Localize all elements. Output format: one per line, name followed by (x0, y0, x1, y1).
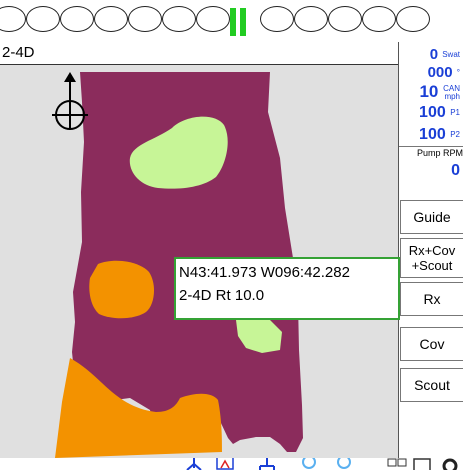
section-6-indicator (162, 6, 196, 32)
swath-unit: Swat (442, 50, 460, 60)
rx-button[interactable]: Rx (400, 282, 463, 316)
speed-unit: CAN mph (443, 83, 460, 101)
pump-rpm-label: Pump RPM (416, 148, 463, 158)
guide-button[interactable]: Guide (400, 200, 463, 234)
speed-value: 10 (419, 82, 439, 101)
swath-readout: 0 Swat (430, 46, 460, 63)
section-10-indicator (294, 6, 328, 32)
product-label: 2-4D (2, 44, 35, 61)
scout-button[interactable]: Scout (400, 368, 463, 402)
rx-cov-scout-button[interactable]: Rx+Cov +Scout (400, 238, 463, 278)
popup-coordinates: N43:41.973 W096:42.282 (179, 264, 350, 281)
zoom-in-icon[interactable] (300, 458, 318, 470)
network-icon[interactable] (257, 458, 277, 470)
p1-unit: P1 (450, 107, 460, 117)
section-13-indicator (396, 6, 430, 32)
speed-readout: 10 CAN mph (419, 82, 460, 102)
p2-value: 100 (419, 126, 446, 143)
heading-value: 000 (427, 64, 453, 81)
map-view-icon[interactable] (412, 458, 434, 470)
bottom-toolbar (0, 458, 463, 470)
p1-readout: 100 P1 (419, 104, 460, 122)
p2-readout: 100 P2 (419, 126, 460, 144)
heading-readout: 000 ° (428, 64, 460, 81)
active-section-bar-1 (230, 8, 236, 36)
boundary-icon[interactable] (215, 458, 235, 470)
popup-rate: 2-4D Rt 10.0 (179, 287, 265, 304)
orange-zone (89, 260, 155, 319)
settings-icon[interactable] (440, 458, 460, 470)
divider (399, 146, 463, 147)
section-3-indicator (60, 6, 94, 32)
section-12-indicator (362, 6, 396, 32)
section-indicator-bar (0, 0, 463, 40)
guidance-icon[interactable] (184, 458, 204, 470)
section-2-indicator (26, 6, 60, 32)
section-11-indicator (328, 6, 362, 32)
section-9-indicator (260, 6, 294, 32)
section-1-indicator (0, 6, 26, 32)
p2-unit: P2 (450, 129, 460, 139)
layers-icon[interactable] (386, 458, 410, 470)
p1-value: 100 (419, 104, 446, 121)
section-5-indicator (128, 6, 162, 32)
swath-value: 0 (429, 46, 439, 63)
point-info-popup: N43:41.973 W096:42.282 2-4D Rt 10.0 (174, 257, 400, 320)
active-section-bar-2 (240, 8, 246, 36)
rx-cov-label: Rx+Cov +Scout (408, 243, 456, 273)
pump-rpm-value: 0 (451, 162, 460, 179)
zoom-out-icon[interactable] (335, 458, 353, 470)
section-7-indicator (196, 6, 230, 32)
cov-button[interactable]: Cov (400, 327, 463, 361)
right-panel: 0 Swat 000 ° 10 CAN mph 100 P1 100 P2 Pum… (398, 42, 463, 470)
section-4-indicator (94, 6, 128, 32)
heading-unit: ° (456, 68, 460, 78)
